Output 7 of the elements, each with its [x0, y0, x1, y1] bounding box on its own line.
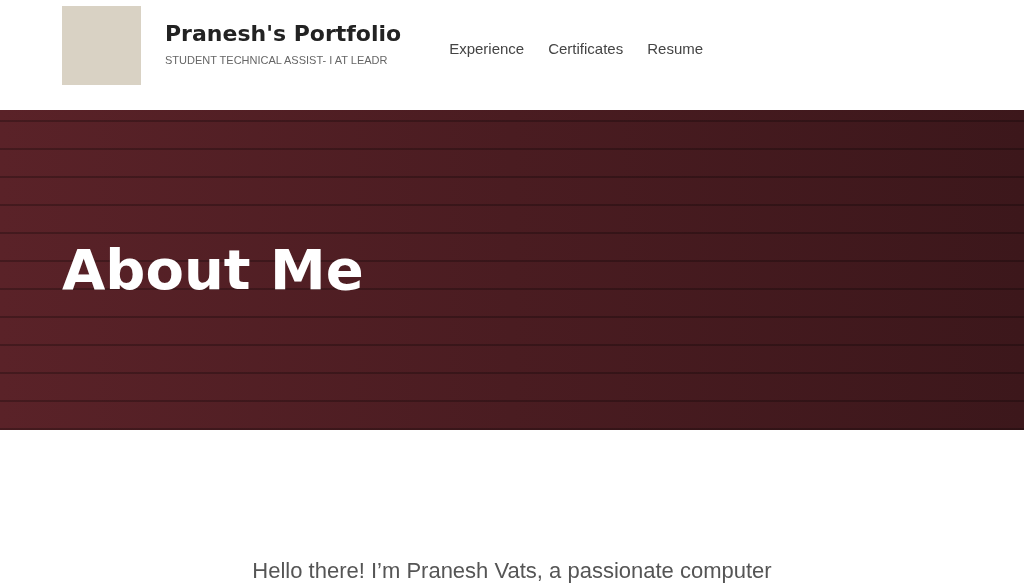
hero-title: About Me — [61, 236, 364, 304]
site-subtitle: STUDENT TECHNICAL ASSIST- I AT LEADR — [165, 53, 389, 69]
site-title: Pranesh's Portfolio — [165, 22, 402, 47]
nav-link[interactable]: Certificates — [548, 38, 624, 61]
nav-link[interactable]: Resume — [647, 38, 704, 61]
nav-link[interactable]: Experience — [449, 38, 525, 61]
intro-paragraph: Hello there! I’m Pranesh Vats, a passionate computer — [252, 557, 772, 585]
